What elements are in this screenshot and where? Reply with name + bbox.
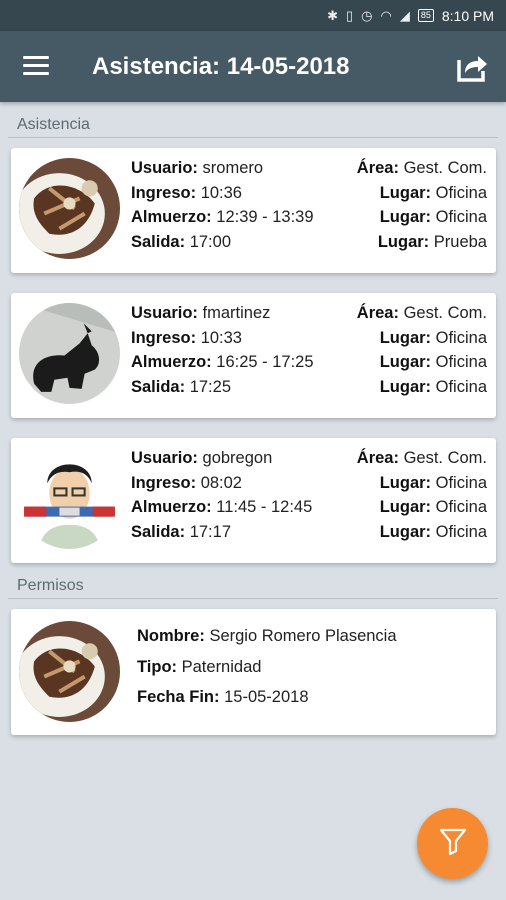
checkin-row: Ingreso: 10:36 Lugar: Oficina [131,183,487,202]
permission-name-row: Nombre: Sergio Romero Plasencia [137,627,397,645]
filter-button[interactable] [417,808,488,879]
lunch-row: Almuerzo: 11:45 - 12:45 Lugar: Oficina [131,498,487,516]
avatar [19,303,120,404]
checkout-row: Salida: 17:17 Lugar: Oficina [131,522,487,541]
area-value: Gest. Com. [403,159,487,177]
avatar [19,448,120,549]
alarm-icon: ◷ [361,7,373,23]
checkin-row: Ingreso: 10:33 Lugar: Oficina [131,328,487,347]
menu-icon[interactable] [23,56,49,76]
page-title: Asistencia: 14-05-2018 [92,53,350,80]
signal-icon: ◢ [399,7,410,23]
username: gobregon [202,449,273,467]
user-row: Usuario: gobregon Área: Gest. Com. [131,449,487,467]
username: fmartinez [202,304,271,322]
app-bar: Asistencia: 14-05-2018 [0,31,506,102]
lunch-row: Almuerzo: 12:39 - 13:39 Lugar: Oficina [131,208,487,226]
user-row: Usuario: fmartinez Área: Gest. Com. [131,304,487,322]
username: sromero [202,159,264,177]
section-divider [8,598,498,599]
battery-icon: 85 [417,9,434,22]
checkin-row: Ingreso: 08:02 Lugar: Oficina [131,473,487,492]
checkout-row: Salida: 17:00 Lugar: Prueba [131,232,487,251]
area-value: Gest. Com. [403,304,487,322]
lunch-row: Almuerzo: 16:25 - 17:25 Lugar: Oficina [131,353,487,371]
status-time: 8:10 PM [441,7,494,24]
section-header-permissions: Permisos [17,577,84,594]
attendance-card[interactable]: Usuario: gobregon Área: Gest. Com. Ingre… [11,438,496,563]
wifi-icon: ◠ [380,7,392,23]
bluetooth-icon: ✱ [327,7,338,23]
avatar [19,158,120,259]
permission-card[interactable]: Nombre: Sergio Romero Plasencia Tipo: Pa… [11,609,496,735]
attendance-card[interactable]: Usuario: sromero Área: Gest. Com. Ingres… [11,148,496,273]
status-bar: ✱ ▯ ◷ ◠ ◢ 85 8:10 PM [0,0,506,31]
share-icon[interactable] [456,51,488,83]
user-row: Usuario: sromero Área: Gest. Com. [131,159,487,177]
attendance-card[interactable]: Usuario: fmartinez Área: Gest. Com. Ingr… [11,293,496,418]
permission-end-row: Fecha Fin: 15-05-2018 [137,688,309,706]
filter-icon [438,826,468,861]
permission-type-row: Tipo: Paternidad [137,657,262,676]
section-header-attendance: Asistencia [17,116,90,133]
section-divider [8,137,498,138]
avatar [19,621,120,722]
checkout-row: Salida: 17:25 Lugar: Oficina [131,377,487,396]
area-value: Gest. Com. [403,449,487,467]
vibrate-icon: ▯ [346,7,354,23]
